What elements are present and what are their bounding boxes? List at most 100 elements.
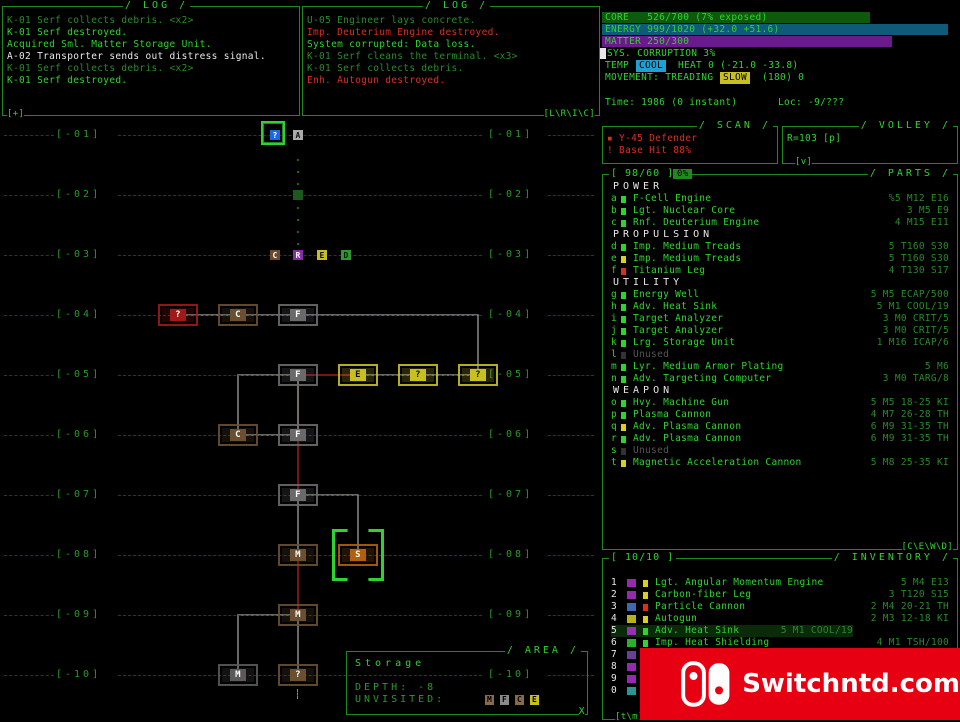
map-node-label: ? [175,310,181,320]
map-node[interactable]: F [278,424,318,446]
depth-gridline [4,315,54,316]
inventory-slot-number: 7 [611,649,618,660]
part-key: b [611,205,618,216]
volley-corner[interactable]: [v] [795,157,813,167]
part-key: m [611,361,618,372]
map-node[interactable]: C [218,304,258,326]
map-node[interactable]: C [218,424,258,446]
integrity-icon [621,256,626,263]
part-key: h [611,301,618,312]
parts-category: UTILITY [613,277,684,288]
part-row[interactable]: d Imp. Medium Treads 5 T160 S30 [611,241,949,253]
scan-target: ▪ Y-45 Defender [607,133,698,144]
part-row[interactable]: r Adv. Plasma Cannon 6 M9 31-35 TH [611,433,949,445]
map-node[interactable]: E [317,250,327,260]
part-row[interactable]: c Rnf. Deuterium Engine 4 M15 E11 [611,217,949,229]
integrity-icon [621,292,626,299]
inventory-row[interactable]: 1 Lgt. Angular Momentum Engine 5 M4 E13 [611,577,949,589]
part-key: p [611,409,618,420]
parts-category: WEAPON [613,385,674,396]
map-node-label: ? [475,370,481,380]
depth-label-right: [-02] [488,189,534,200]
item-type-icon [627,675,636,683]
part-name: Unused [633,445,670,456]
map-node[interactable]: R [293,250,303,260]
area-close-icon[interactable]: X [578,706,585,717]
log-panel-right: / LOG / U-05 Engineer lays concrete. Imp.… [302,0,600,119]
map-node[interactable]: D [341,250,351,260]
part-row[interactable]: q Adv. Plasma Cannon 6 M9 31-35 TH [611,421,949,433]
map-node[interactable]: A [293,130,303,140]
parts-corner[interactable]: [C\E\W\D] [901,542,953,552]
map-node[interactable]: F [278,484,318,506]
time-stat: Time: 1986 (0 instant) [605,97,738,108]
corruption-stat: SYS. CORRUPTION 3% [607,48,716,59]
map-node[interactable]: F [278,304,318,326]
inventory-slot-number: 3 [611,601,618,612]
inventory-slot-number: 0 [611,685,618,696]
inventory-row[interactable]: 4 Autogun 2 M3 12-18 KI [611,613,949,625]
inventory-row[interactable]: 2 Carbon-fiber Leg 3 T120 S15 [611,589,949,601]
scan-title: / SCAN / [696,120,773,131]
integrity-icon [621,328,626,335]
part-row[interactable]: l Unused [611,349,949,361]
depth-gridline [548,435,594,436]
depth-gridline [4,375,54,376]
volley-range: R=103 [p] [787,133,842,144]
map-node[interactable]: M [218,664,258,686]
scan-panel: / SCAN / ▪ Y-45 Defender ! Base Hit 88% [602,120,778,164]
depth-label-right: [-09] [488,609,534,620]
map-node-label: C [272,250,278,260]
part-row[interactable]: k Lrg. Storage Unit 1 M16 ICAP/6 [611,337,949,349]
part-row[interactable]: f Titanium Leg 4 T130 S17 [611,265,949,277]
part-key: a [611,193,618,204]
map-node[interactable]: M [278,604,318,626]
parts-category: POWER [613,181,664,192]
part-row[interactable]: n Adv. Targeting Computer 3 M0 TARG/8 [611,373,949,385]
area-name: Storage [355,658,426,669]
world-map[interactable]: [-01] [-01] [-02] [-02] [-03] [-03] [-04] [-04]… [0,118,598,720]
map-node[interactable]: ? [458,364,498,386]
part-row[interactable]: b Lgt. Nuclear Core 3 M5 E9 [611,205,949,217]
part-key: f [611,265,618,276]
inventory-slot-number: 9 [611,673,618,684]
inventory-row[interactable]: 5 Adv. Heat Sink 5 M1 COOL/19 [611,625,853,637]
map-node[interactable]: ? [278,664,318,686]
part-row[interactable]: o Hvy. Machine Gun 5 M5 18-25 KI [611,397,949,409]
depth-gridline [548,555,594,556]
integrity-icon [643,580,648,587]
part-stats: 4 M7 26-28 TH [870,409,949,420]
part-row[interactable]: e Imp. Medium Treads 5 T160 S30 [611,253,949,265]
map-node-core: C [230,429,246,441]
map-node[interactable]: F [278,364,318,386]
map-node[interactable]: ? [158,304,198,326]
map-node-label: ? [415,370,421,380]
part-row[interactable]: i Target Analyzer 3 M0 CRIT/5 [611,313,949,325]
part-row[interactable]: t Magnetic Acceleration Cannon 5 M8 25-35 … [611,457,949,469]
integrity-icon [621,340,626,347]
part-stats: %5 M12 E16 [888,193,949,204]
map-node[interactable]: ? [398,364,438,386]
part-stats: 5 M6 [924,361,949,372]
part-row[interactable]: h Adv. Heat Sink 5 M1 COOL/19 [611,301,949,313]
part-row[interactable]: m Lyr. Medium Armor Plating 5 M6 [611,361,949,373]
map-path-dot [297,183,299,185]
part-name: Unused [633,349,670,360]
part-row[interactable]: a F-Cell Engine %5 M12 E16 [611,193,949,205]
integrity-icon [643,616,648,623]
integrity-icon [621,244,626,251]
map-node[interactable]: E [338,364,378,386]
map-node[interactable]: C [270,250,280,260]
unvisited-area-tag: F [500,695,509,705]
part-row[interactable]: s Unused [611,445,949,457]
map-node-label: ? [295,670,301,680]
part-row[interactable]: j Target Analyzer 3 M0 CRIT/5 [611,325,949,337]
part-stats: 3 M5 E9 [906,205,949,216]
map-node[interactable]: M [278,544,318,566]
log-line: K-01 Serf collects debris. [307,63,464,74]
part-row[interactable]: p Plasma Cannon 4 M7 26-28 TH [611,409,949,421]
inventory-row[interactable]: 3 Particle Cannon 2 M4 20-21 TH [611,601,949,613]
depth-gridline [548,375,594,376]
scan-target-name: Y-45 Defender [619,133,698,144]
part-row[interactable]: g Energy Well 5 M5 ECAP/500 [611,289,949,301]
